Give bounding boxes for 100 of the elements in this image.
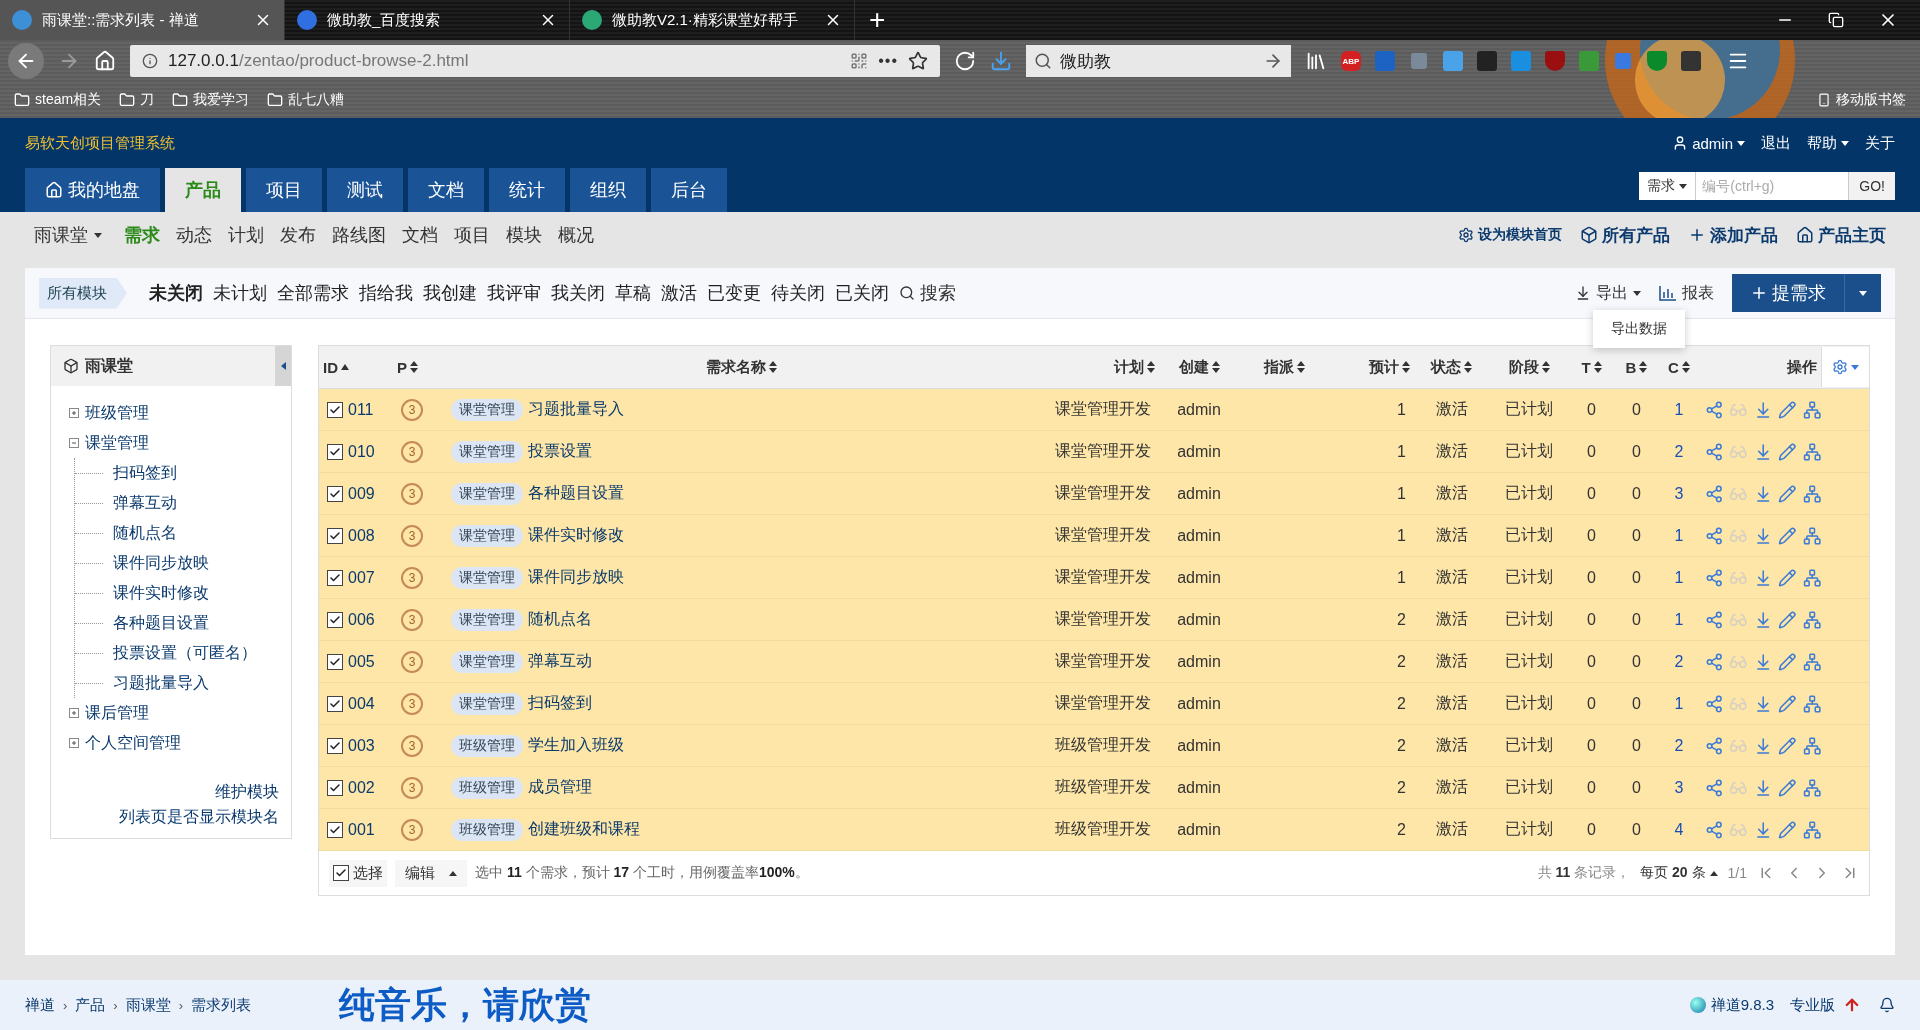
edit-button[interactable]: 编辑	[395, 859, 467, 887]
subnav-item[interactable]: 文档	[402, 223, 438, 247]
story-id[interactable]: 008	[348, 526, 375, 545]
bookmark-folder[interactable]: 刀	[119, 91, 155, 109]
column-header[interactable]: 计划	[1039, 357, 1159, 377]
main-tab[interactable]: 组织	[570, 168, 646, 212]
subnav-item[interactable]: 计划	[228, 223, 264, 247]
column-settings-button[interactable]	[1821, 347, 1869, 387]
row-checkbox[interactable]	[327, 485, 343, 502]
share-icon[interactable]	[1705, 483, 1724, 504]
row-checkbox[interactable]	[327, 401, 343, 418]
filter-tab[interactable]: 我创建	[423, 281, 477, 305]
row-checkbox[interactable]	[327, 737, 343, 754]
story-row[interactable]: 006 3 课堂管理 随机点名 课堂管理开发 admin 2 激活 已计划 0 0 1	[319, 599, 1869, 641]
edit-icon[interactable]	[1778, 567, 1797, 588]
mobile-bookmarks[interactable]: 移动版书签	[1817, 91, 1906, 109]
header-link[interactable]: 帮助	[1807, 133, 1849, 153]
edit-icon[interactable]	[1778, 609, 1797, 630]
column-header[interactable]: 操作	[1699, 357, 1821, 377]
filter-tab[interactable]: 全部需求	[277, 281, 349, 305]
edit-icon[interactable]	[1778, 525, 1797, 546]
export-button[interactable]: 导出	[1575, 282, 1641, 304]
story-id[interactable]: 005	[348, 652, 375, 671]
bell-icon[interactable]	[1879, 997, 1895, 1013]
search-field[interactable]: 微助教	[1026, 45, 1291, 77]
table-cell[interactable]: 1	[1659, 400, 1699, 419]
story-title-link[interactable]: 弹幕互动	[528, 651, 592, 672]
filter-tab[interactable]: 激活	[661, 281, 697, 305]
share-icon[interactable]	[1705, 399, 1724, 420]
filter-tab[interactable]: 我评审	[487, 281, 541, 305]
column-header[interactable]: B	[1614, 358, 1659, 376]
share-icon[interactable]	[1705, 735, 1724, 756]
story-title-link[interactable]: 创建班级和课程	[528, 819, 640, 840]
search-link[interactable]: 搜索	[899, 281, 956, 305]
expand-icon[interactable]	[69, 408, 79, 418]
main-tab[interactable]: 文档	[408, 168, 484, 212]
report-button[interactable]: 报表	[1659, 282, 1714, 304]
row-checkbox[interactable]	[327, 611, 343, 628]
main-tab[interactable]: 项目	[246, 168, 322, 212]
network-icon[interactable]	[1802, 441, 1822, 462]
filter-tab[interactable]: 草稿	[615, 281, 651, 305]
table-cell[interactable]: 3	[1659, 778, 1699, 797]
story-id[interactable]: 002	[348, 778, 375, 797]
story-id[interactable]: 003	[348, 736, 375, 755]
select-all-checkbox[interactable]: 选择	[329, 859, 387, 887]
filter-tab[interactable]: 指给我	[359, 281, 413, 305]
menu-item[interactable]: 导出数据	[1593, 316, 1685, 342]
story-row[interactable]: 005 3 课堂管理 弹幕互动 课堂管理开发 admin 2 激活 已计划 0 0 2	[319, 641, 1869, 683]
share-icon[interactable]	[1705, 651, 1724, 672]
share-icon[interactable]	[1705, 819, 1724, 840]
table-cell[interactable]: 1	[1659, 610, 1699, 629]
tree-item[interactable]: 投票设置（可匿名）	[113, 642, 257, 664]
table-cell[interactable]: 1	[1659, 694, 1699, 713]
story-id[interactable]: 011	[348, 400, 374, 419]
main-tab[interactable]: 后台	[651, 168, 727, 212]
tree-item[interactable]: 课堂管理	[85, 432, 149, 454]
story-row[interactable]: 002 3 班级管理 成员管理 班级管理开发 admin 2 激活 已计划 0 0 3	[319, 767, 1869, 809]
table-cell[interactable]: 2	[1659, 442, 1699, 461]
edition-link[interactable]: 专业版	[1790, 995, 1835, 1015]
product-action-link[interactable]: 产品主页	[1796, 223, 1886, 247]
network-icon[interactable]	[1802, 525, 1822, 546]
subnav-item[interactable]: 动态	[176, 223, 212, 247]
edit-icon[interactable]	[1778, 651, 1797, 672]
subnav-item[interactable]: 发布	[280, 223, 316, 247]
network-icon[interactable]	[1802, 777, 1822, 798]
star-icon[interactable]	[908, 51, 928, 71]
story-id[interactable]: 009	[348, 484, 375, 503]
edit-icon[interactable]	[1778, 399, 1797, 420]
network-icon[interactable]	[1802, 483, 1822, 504]
share-icon[interactable]	[1705, 609, 1724, 630]
share-icon[interactable]	[1705, 441, 1724, 462]
story-id[interactable]: 004	[348, 694, 375, 713]
story-title-link[interactable]: 学生加入班级	[528, 735, 624, 756]
extension-icon[interactable]: ABP	[1341, 51, 1361, 71]
tree-item[interactable]: 各种题目设置	[113, 612, 209, 634]
story-row[interactable]: 007 3 课堂管理 课件同步放映 课堂管理开发 admin 1 激活 已计划 0 0 1	[319, 557, 1869, 599]
story-row[interactable]: 003 3 班级管理 学生加入班级 班级管理开发 admin 2 激活 已计划 0 0 2	[319, 725, 1869, 767]
share-icon[interactable]	[1705, 777, 1724, 798]
story-id[interactable]: 007	[348, 568, 375, 587]
story-title-link[interactable]: 各种题目设置	[528, 483, 624, 504]
id-input[interactable]: 编号(ctrl+g)	[1696, 172, 1849, 200]
edit-icon[interactable]	[1778, 777, 1797, 798]
tree-item[interactable]: 课件同步放映	[113, 552, 209, 574]
expand-icon[interactable]	[69, 738, 79, 748]
browser-tab[interactable]: 雨课堂::需求列表 - 禅道	[0, 0, 285, 40]
story-title-link[interactable]: 课件实时修改	[528, 525, 624, 546]
story-title-link[interactable]: 习题批量导入	[528, 399, 624, 420]
story-id[interactable]: 001	[348, 820, 375, 839]
main-tab[interactable]: 测试	[327, 168, 403, 212]
story-row[interactable]: 010 3 课堂管理 投票设置 课堂管理开发 admin 1 激活 已计划 0 0 2	[319, 431, 1869, 473]
table-cell[interactable]: 3	[1659, 484, 1699, 503]
url-field[interactable]: 127.0.0.1/zentao/product-browse-2.html •••	[130, 45, 940, 77]
filter-tab[interactable]: 待关闭	[771, 281, 825, 305]
story-row[interactable]: 008 3 课堂管理 课件实时修改 课堂管理开发 admin 1 激活 已计划 0 0 1	[319, 515, 1869, 557]
column-header[interactable]: P	[393, 358, 443, 376]
home-icon[interactable]	[94, 50, 116, 72]
table-cell[interactable]: 1	[1659, 568, 1699, 587]
module-breadcrumb[interactable]: 所有模块	[39, 277, 127, 309]
collapse-button[interactable]	[275, 346, 291, 386]
share-icon[interactable]	[1705, 567, 1724, 588]
